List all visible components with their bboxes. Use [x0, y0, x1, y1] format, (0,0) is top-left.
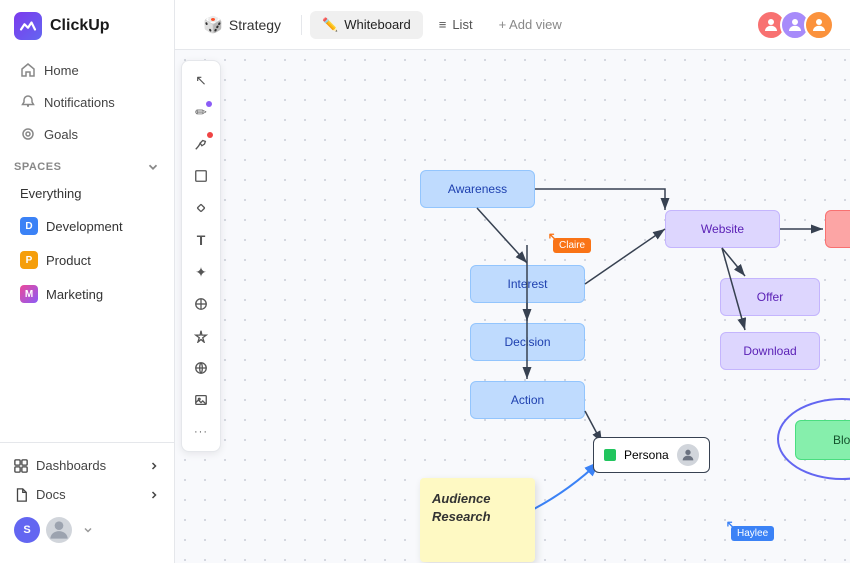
sidebar-goals-label: Goals: [44, 127, 78, 142]
persona-label: Persona: [624, 448, 669, 462]
sidebar-notifications-label: Notifications: [44, 95, 115, 110]
list-tab-label: List: [452, 17, 472, 32]
node-awareness[interactable]: Awareness: [420, 170, 535, 208]
add-view-label: + Add view: [499, 17, 562, 32]
node-action[interactable]: Action: [470, 381, 585, 419]
brush-icon: [194, 137, 208, 151]
persona-green-dot: [604, 449, 616, 461]
bell-icon: [20, 94, 36, 110]
docs-expand-icon: [148, 489, 160, 501]
list-tab-icon: ≡: [439, 17, 447, 32]
cursor-arrow-haylee: ↖: [725, 516, 738, 536]
sidebar-item-goals[interactable]: Goals: [6, 119, 168, 149]
persona-avatar: [677, 444, 699, 466]
user-photo-icon: [46, 517, 72, 543]
pen-dot: [206, 101, 212, 107]
spaces-collapse-icon[interactable]: [146, 160, 160, 174]
dashboards-icon: [14, 459, 28, 473]
shape-icon: [194, 169, 208, 183]
node-interest[interactable]: Interest: [470, 265, 585, 303]
tool-pen[interactable]: ✏: [186, 97, 216, 127]
sidebar-docs-label: Docs: [36, 487, 66, 502]
tool-magic[interactable]: ✦: [186, 257, 216, 287]
node-website[interactable]: Website: [665, 210, 780, 248]
whiteboard-tab-label: Whiteboard: [344, 17, 410, 32]
clickup-logo-icon: [14, 12, 42, 40]
tab-list[interactable]: ≡ List: [427, 11, 485, 38]
logo: ClickUp: [0, 12, 174, 54]
tool-more[interactable]: ···: [186, 417, 216, 447]
user-photo: [46, 517, 72, 543]
sidebar-item-product[interactable]: P Product: [6, 244, 168, 276]
sidebar-everything-label: Everything: [20, 186, 81, 201]
home-icon: [20, 62, 36, 78]
tool-shape[interactable]: [186, 161, 216, 191]
dashboards-expand-icon: [148, 460, 160, 472]
toolbar-left: ↖ ✏ T ✦: [181, 60, 221, 452]
cursor-claire: Claire: [553, 238, 591, 253]
tool-mind[interactable]: [186, 289, 216, 319]
node-persona[interactable]: Persona: [593, 437, 710, 473]
sidebar-item-development[interactable]: D Development: [6, 210, 168, 242]
user-profile-row[interactable]: S: [0, 509, 174, 551]
tool-select[interactable]: ↖: [186, 65, 216, 95]
product-badge: P: [20, 251, 38, 269]
user-menu-icon: [82, 524, 94, 536]
globe-icon: [194, 361, 208, 375]
node-download[interactable]: Download: [720, 332, 820, 370]
cursor-arrow-claire: ↖: [547, 228, 560, 248]
main-content: 🎲 Strategy ✏️ Whiteboard ≡ List + Add vi…: [175, 0, 850, 563]
sidebar-home-label: Home: [44, 63, 79, 78]
sidebar-item-everything[interactable]: Everything: [6, 179, 168, 208]
sidebar-item-docs[interactable]: Docs: [0, 480, 174, 509]
header-right: [756, 10, 834, 40]
tool-brush[interactable]: [186, 129, 216, 159]
collab-avatar-3: [804, 10, 834, 40]
marketing-badge: M: [20, 285, 38, 303]
node-blog[interactable]: Blog: [795, 420, 850, 460]
whiteboard-tab-icon: ✏️: [322, 17, 338, 33]
sidebar-product-label: Product: [46, 253, 91, 268]
tool-text[interactable]: T: [186, 225, 216, 255]
sidebar-item-dashboards[interactable]: Dashboards: [0, 451, 174, 480]
node-decision[interactable]: Decision: [470, 323, 585, 361]
sparkle-icon: [194, 329, 208, 343]
sidebar: ClickUp Home Notifications Goals Spaces …: [0, 0, 175, 563]
strategy-label: 🎲 Strategy: [191, 9, 293, 41]
collaborator-avatars: [756, 10, 834, 40]
brush-dot: [207, 132, 213, 138]
sidebar-item-home[interactable]: Home: [6, 55, 168, 85]
spaces-section-label: Spaces: [0, 150, 174, 178]
sticky-audience-research[interactable]: AudienceResearch: [420, 478, 535, 562]
user-avatar: S: [14, 517, 40, 543]
sidebar-bottom: Dashboards Docs S: [0, 442, 174, 551]
development-badge: D: [20, 217, 38, 235]
connector-icon: [194, 201, 208, 215]
app-name: ClickUp: [50, 17, 110, 35]
cursor-haylee: Haylee: [731, 526, 774, 541]
sidebar-dashboards-label: Dashboards: [36, 458, 106, 473]
header-divider: [301, 15, 302, 35]
node-offer[interactable]: Offer: [720, 278, 820, 316]
tool-sparkle[interactable]: [186, 321, 216, 351]
node-homepage[interactable]: Homepage: [825, 210, 850, 248]
sidebar-marketing-label: Marketing: [46, 287, 103, 302]
sidebar-development-label: Development: [46, 219, 123, 234]
goals-icon: [20, 126, 36, 142]
tool-connector[interactable]: [186, 193, 216, 223]
header: 🎲 Strategy ✏️ Whiteboard ≡ List + Add vi…: [175, 0, 850, 50]
whiteboard-canvas[interactable]: ↖ ✏ T ✦: [175, 50, 850, 563]
tool-globe[interactable]: [186, 353, 216, 383]
tab-whiteboard[interactable]: ✏️ Whiteboard: [310, 11, 423, 39]
image-icon: [194, 393, 208, 407]
docs-icon: [14, 488, 28, 502]
tool-image[interactable]: [186, 385, 216, 415]
add-view-button[interactable]: + Add view: [489, 11, 572, 38]
mind-icon: [194, 297, 208, 311]
sidebar-item-notifications[interactable]: Notifications: [6, 87, 168, 117]
sidebar-item-marketing[interactable]: M Marketing: [6, 278, 168, 310]
